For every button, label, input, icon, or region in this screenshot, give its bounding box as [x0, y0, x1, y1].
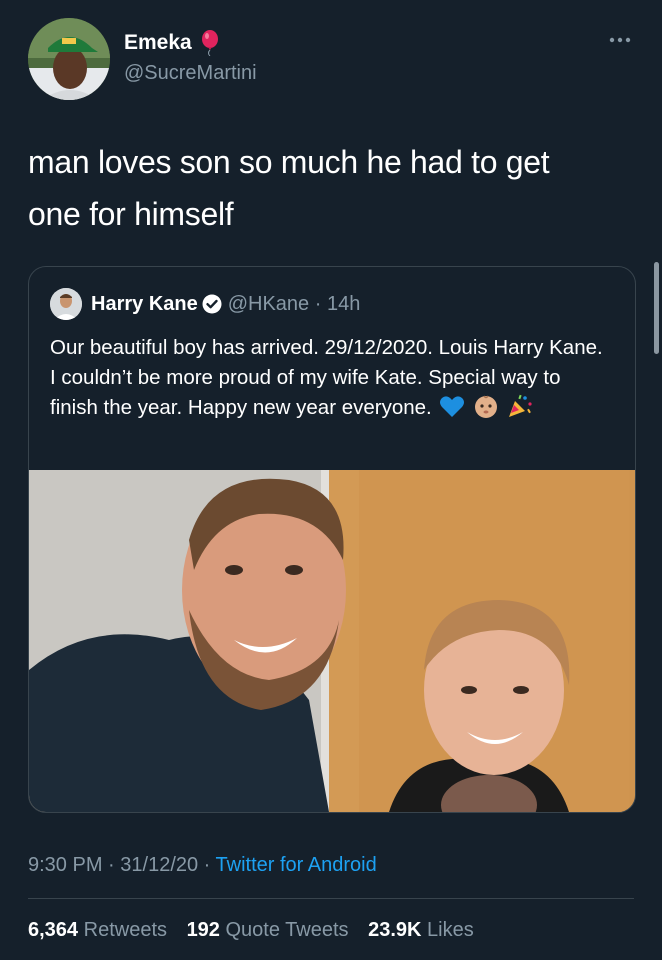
scrollbar[interactable]	[654, 262, 659, 354]
more-options-icon[interactable]	[608, 34, 632, 46]
tweet-text-line-2: one for himself	[28, 196, 234, 232]
blue-heart-icon	[440, 396, 465, 417]
timestamp-separator-2: ·	[198, 854, 216, 876]
quote-tweets-label: Quote Tweets	[225, 919, 349, 941]
author-name-text: Emeka	[124, 31, 192, 54]
quoted-meta-separator: ·	[309, 293, 327, 315]
tweet-stats: 6,364 Retweets 192 Quote Tweets 23.9K Li…	[28, 916, 488, 944]
author-avatar[interactable]	[28, 18, 110, 100]
likes-label: Likes	[427, 919, 474, 941]
quoted-avatar-photo	[50, 288, 82, 320]
baby-icon	[475, 395, 498, 418]
verified-badge-icon	[202, 294, 222, 314]
tweet-text-line-1: man loves son so much he had to get	[28, 144, 550, 180]
quoted-author-avatar[interactable]	[50, 288, 82, 320]
quoted-author-name[interactable]: Harry Kane	[91, 293, 198, 315]
tweet-date[interactable]: 31/12/20	[120, 854, 198, 876]
tweet-text: man loves son so much he had to get one …	[28, 136, 628, 240]
quoted-tweet-header: Harry Kane @HKane · 14h	[91, 291, 360, 317]
author-handle[interactable]: @SucreMartini	[124, 60, 257, 86]
timestamp-separator-1: ·	[102, 854, 121, 876]
tweet-source-link[interactable]: Twitter for Android	[216, 854, 377, 876]
likes-stat[interactable]: 23.9K Likes	[368, 919, 474, 941]
tweet-timestamp: 9:30 PM · 31/12/20 · Twitter for Android	[28, 851, 377, 879]
quoted-author-handle[interactable]: @HKane	[228, 293, 309, 315]
balloon-icon	[201, 30, 218, 57]
quoted-tweet-text: Our beautiful boy has arrived. 29/12/202…	[50, 333, 610, 423]
party-popper-icon	[508, 394, 532, 417]
tweet-time[interactable]: 9:30 PM	[28, 854, 102, 876]
retweets-count: 6,364	[28, 919, 79, 941]
retweets-stat[interactable]: 6,364 Retweets	[28, 919, 167, 941]
quoted-tweet-photo[interactable]	[29, 470, 635, 812]
quoted-tweet-card[interactable]: Harry Kane @HKane · 14h Our beautiful bo…	[28, 266, 636, 813]
tweet-detail-view: Emeka @SucreMartini man loves son so muc…	[0, 0, 662, 960]
retweets-label: Retweets	[83, 919, 167, 941]
likes-count: 23.9K	[368, 919, 422, 941]
quote-tweets-stat[interactable]: 192 Quote Tweets	[187, 919, 349, 941]
author-display-name[interactable]: Emeka	[124, 30, 220, 57]
divider	[28, 898, 634, 899]
quoted-tweet-age: 14h	[326, 293, 361, 315]
avatar-photo	[28, 18, 110, 100]
quote-tweets-count: 192	[186, 919, 220, 941]
